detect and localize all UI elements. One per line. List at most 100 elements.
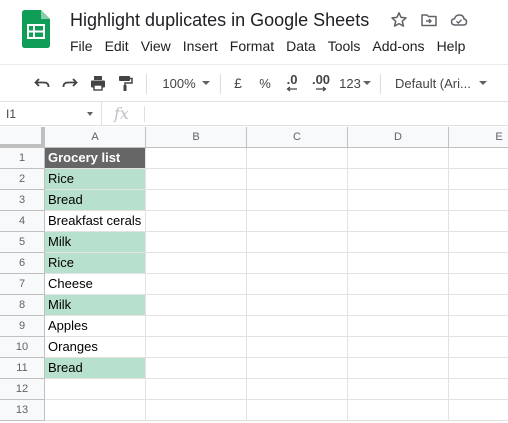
row-header-5[interactable]: 5 [0, 232, 45, 253]
cell-b5[interactable] [146, 232, 247, 253]
column-header-a[interactable]: A [45, 127, 146, 148]
cell-d9[interactable] [348, 316, 449, 337]
column-header-b[interactable]: B [146, 127, 247, 148]
zoom-select[interactable]: 100% [160, 74, 212, 92]
cell-c11[interactable] [247, 358, 348, 379]
menu-format[interactable]: Format [224, 36, 280, 58]
document-title[interactable]: Highlight duplicates in Google Sheets [70, 10, 369, 31]
cell-e5[interactable] [449, 232, 508, 253]
cell-a5[interactable]: Milk [45, 232, 146, 253]
cell-d11[interactable] [348, 358, 449, 379]
row-header-2[interactable]: 2 [0, 169, 45, 190]
cell-b11[interactable] [146, 358, 247, 379]
cell-d6[interactable] [348, 253, 449, 274]
menu-tools[interactable]: Tools [322, 36, 367, 58]
cell-a6[interactable]: Rice [45, 253, 146, 274]
cell-c9[interactable] [247, 316, 348, 337]
cell-d7[interactable] [348, 274, 449, 295]
cell-c6[interactable] [247, 253, 348, 274]
row-header-8[interactable]: 8 [0, 295, 45, 316]
cell-b8[interactable] [146, 295, 247, 316]
name-box[interactable]: I1 [0, 102, 102, 126]
cell-e6[interactable] [449, 253, 508, 274]
cell-b13[interactable] [146, 400, 247, 421]
paint-format-icon[interactable] [117, 74, 133, 92]
cell-a4[interactable]: Breakfast cerals [45, 211, 146, 232]
redo-icon[interactable] [61, 74, 79, 92]
cloud-status-icon[interactable] [450, 11, 468, 29]
row-header-9[interactable]: 9 [0, 316, 45, 337]
cell-d8[interactable] [348, 295, 449, 316]
cell-b6[interactable] [146, 253, 247, 274]
cell-c3[interactable] [247, 190, 348, 211]
move-to-folder-icon[interactable] [420, 11, 438, 29]
cell-a3[interactable]: Bread [45, 190, 146, 211]
format-as-percent-button[interactable]: % [258, 74, 272, 92]
cell-a12[interactable] [45, 379, 146, 400]
row-header-1[interactable]: 1 [0, 148, 45, 169]
row-header-6[interactable]: 6 [0, 253, 45, 274]
cell-a2[interactable]: Rice [45, 169, 146, 190]
row-header-7[interactable]: 7 [0, 274, 45, 295]
row-header-10[interactable]: 10 [0, 337, 45, 358]
cell-d5[interactable] [348, 232, 449, 253]
undo-icon[interactable] [33, 74, 51, 92]
cell-a9[interactable]: Apples [45, 316, 146, 337]
menu-file[interactable]: File [64, 36, 99, 58]
cell-c10[interactable] [247, 337, 348, 358]
cell-e1[interactable] [449, 148, 508, 169]
cell-d13[interactable] [348, 400, 449, 421]
cell-e10[interactable] [449, 337, 508, 358]
cell-e11[interactable] [449, 358, 508, 379]
cell-b12[interactable] [146, 379, 247, 400]
cell-d10[interactable] [348, 337, 449, 358]
print-icon[interactable] [89, 74, 107, 92]
cell-e3[interactable] [449, 190, 508, 211]
decrease-decimal-button[interactable]: .0 [283, 73, 301, 92]
cell-b7[interactable] [146, 274, 247, 295]
font-select[interactable]: Default (Ari... [395, 74, 487, 92]
menu-view[interactable]: View [135, 36, 177, 58]
cell-a13[interactable] [45, 400, 146, 421]
cell-e7[interactable] [449, 274, 508, 295]
cell-a10[interactable]: Oranges [45, 337, 146, 358]
cell-a1[interactable]: Grocery list [45, 148, 146, 169]
increase-decimal-button[interactable]: .00 [310, 73, 332, 92]
cell-a8[interactable]: Milk [45, 295, 146, 316]
menu-add-ons[interactable]: Add-ons [366, 36, 430, 58]
cell-a7[interactable]: Cheese [45, 274, 146, 295]
cell-c5[interactable] [247, 232, 348, 253]
cell-e12[interactable] [449, 379, 508, 400]
menu-insert[interactable]: Insert [177, 36, 224, 58]
cell-b10[interactable] [146, 337, 247, 358]
menu-help[interactable]: Help [431, 36, 472, 58]
cell-e9[interactable] [449, 316, 508, 337]
cell-d2[interactable] [348, 169, 449, 190]
google-sheets-icon[interactable] [22, 10, 50, 48]
cell-c8[interactable] [247, 295, 348, 316]
more-formats-button[interactable]: 123 [339, 74, 371, 92]
row-header-13[interactable]: 13 [0, 400, 45, 421]
cell-b3[interactable] [146, 190, 247, 211]
cell-d12[interactable] [348, 379, 449, 400]
cell-c4[interactable] [247, 211, 348, 232]
cell-c1[interactable] [247, 148, 348, 169]
cell-c2[interactable] [247, 169, 348, 190]
menu-edit[interactable]: Edit [99, 36, 135, 58]
cell-d4[interactable] [348, 211, 449, 232]
row-header-3[interactable]: 3 [0, 190, 45, 211]
column-header-c[interactable]: C [247, 127, 348, 148]
cell-e13[interactable] [449, 400, 508, 421]
cell-b2[interactable] [146, 169, 247, 190]
cell-a11[interactable]: Bread [45, 358, 146, 379]
cell-e8[interactable] [449, 295, 508, 316]
cell-d3[interactable] [348, 190, 449, 211]
select-all-corner[interactable] [0, 127, 45, 148]
cell-b9[interactable] [146, 316, 247, 337]
cell-c12[interactable] [247, 379, 348, 400]
cell-b4[interactable] [146, 211, 247, 232]
cell-e4[interactable] [449, 211, 508, 232]
cell-d1[interactable] [348, 148, 449, 169]
row-header-12[interactable]: 12 [0, 379, 45, 400]
star-icon[interactable] [390, 11, 408, 29]
